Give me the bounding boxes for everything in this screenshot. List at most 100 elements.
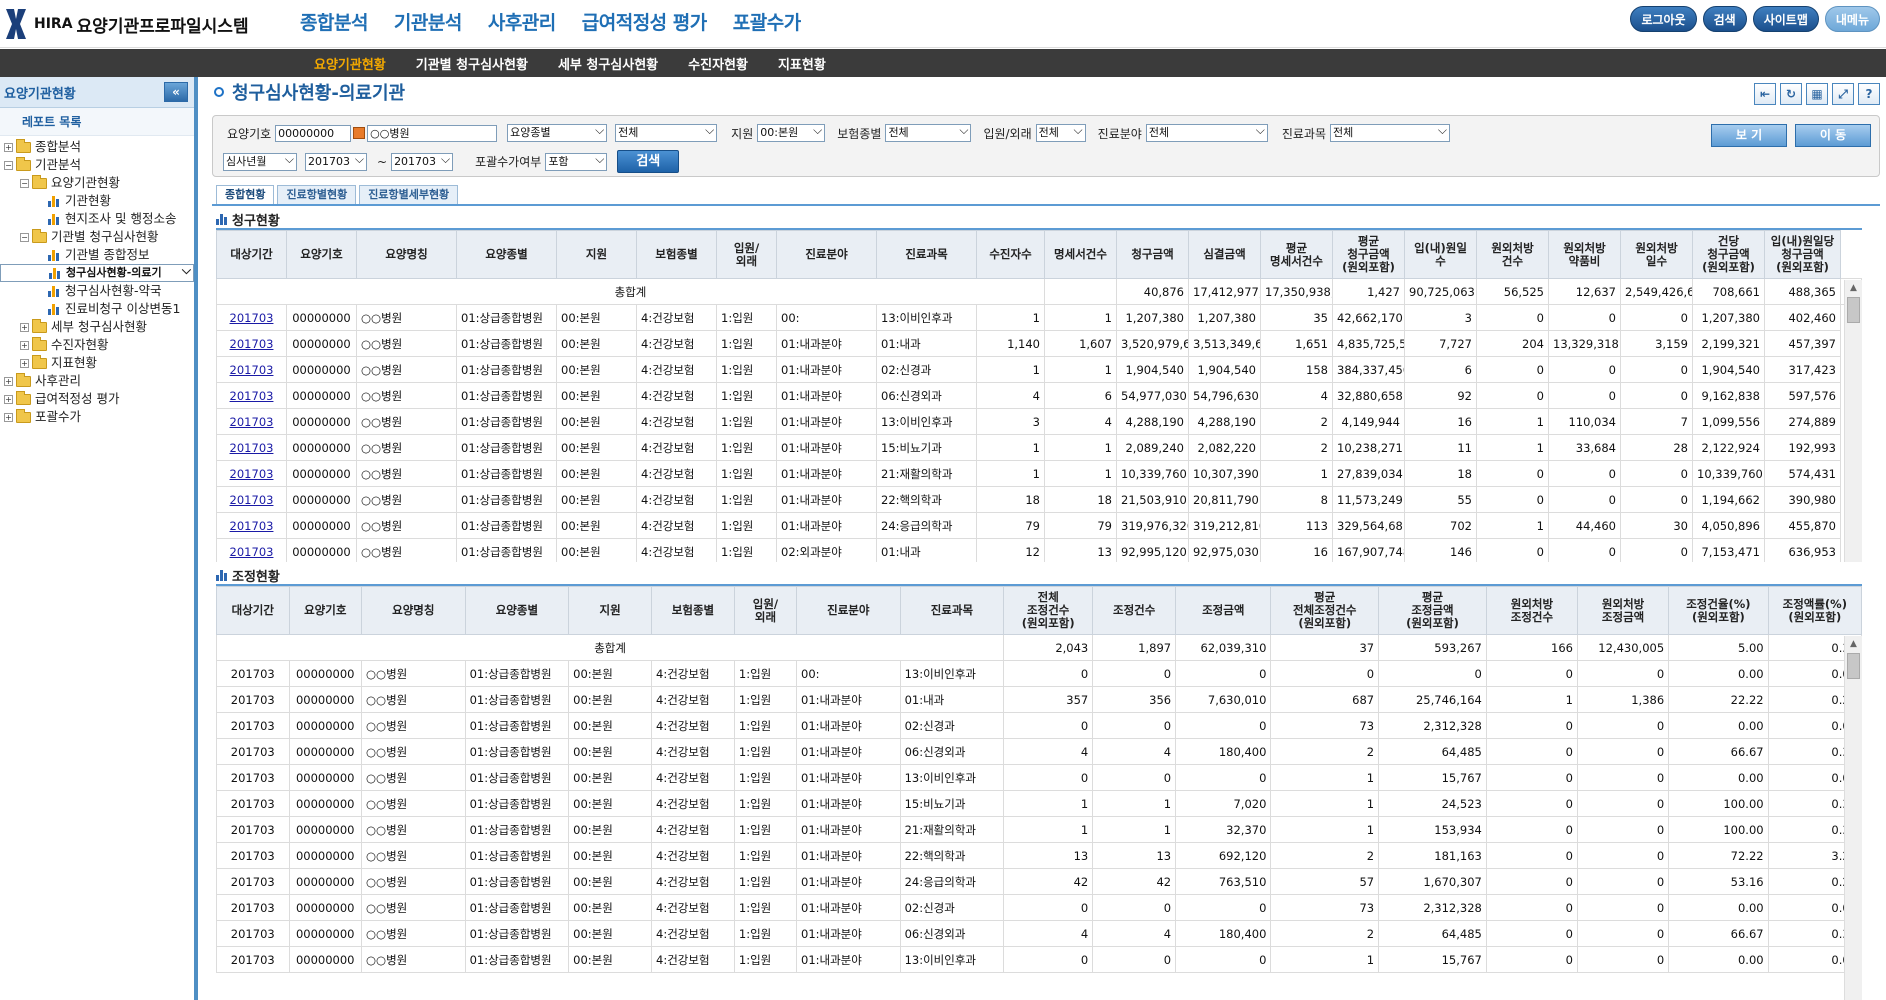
expand-icon[interactable]: + — [20, 322, 29, 332]
table-cell[interactable]: 201703 — [216, 486, 287, 513]
period-link[interactable]: 201703 — [230, 493, 274, 507]
column-header[interactable]: 조정액률(%) (원외포함) — [1767, 586, 1862, 635]
column-header[interactable]: 보험종별 — [651, 586, 735, 635]
table-cell[interactable]: 201703 — [216, 356, 287, 383]
column-header[interactable]: 조정건수 — [1092, 586, 1177, 635]
column-header[interactable]: 평균 청구금액 (원외포함) — [1332, 230, 1405, 279]
branch-select[interactable]: 00:본원 — [757, 124, 826, 142]
period-link[interactable]: 201703 — [230, 337, 274, 351]
tree-item[interactable]: 기관현황 — [0, 192, 194, 210]
tree-item[interactable]: 기관별 종합정보 — [0, 246, 194, 264]
fullscreen-icon[interactable]: ⤢ — [1832, 83, 1854, 105]
tab-summary[interactable]: 종합현황 — [216, 185, 275, 205]
subnav-item[interactable]: 요양기관현황 — [299, 54, 401, 73]
column-header[interactable]: 요양종별 — [464, 586, 570, 635]
bundle-select[interactable]: 포함 — [545, 152, 608, 171]
column-header[interactable]: 청구금액 — [1116, 230, 1189, 279]
period-link[interactable]: 201703 — [230, 389, 274, 403]
tree-item[interactable]: + 지표현황 — [0, 354, 194, 372]
field-select[interactable]: 전체 — [1145, 124, 1268, 142]
tree-item[interactable]: + 세부 청구심사현황 — [0, 318, 194, 336]
table-cell[interactable]: 201703 — [216, 538, 287, 562]
claims-scrollbar[interactable]: ▲ — [1844, 280, 1862, 562]
table-cell[interactable]: 201703 — [216, 330, 287, 357]
tree-item[interactable]: + 사후관리 — [0, 372, 194, 390]
expand-icon[interactable]: + — [20, 340, 29, 350]
column-header[interactable]: 진료분야 — [796, 586, 901, 635]
column-header[interactable]: 입(내)원일 수 — [1404, 230, 1477, 279]
gnav-item[interactable]: 종합분석 — [300, 8, 368, 35]
subnav-item[interactable]: 세부 청구심사현황 — [543, 54, 673, 73]
column-header[interactable]: 원외처방 조정금액 — [1576, 586, 1670, 635]
column-header[interactable]: 입원/ 외래 — [716, 230, 777, 279]
column-header[interactable]: 평균 조정금액 (원외포함) — [1378, 586, 1487, 635]
period-link[interactable]: 201703 — [230, 545, 274, 559]
column-header[interactable]: 요양종별 — [456, 230, 557, 279]
tree-item[interactable]: − 기관별 청구심사현황 — [0, 228, 194, 246]
period-from-select[interactable]: 201703 — [305, 152, 367, 171]
expand-icon[interactable]: + — [20, 358, 29, 368]
logout-button[interactable]: 로그아웃 — [1630, 6, 1697, 32]
column-header[interactable]: 요양기호 — [286, 230, 357, 279]
column-header[interactable]: 지원 — [568, 586, 653, 635]
column-header[interactable]: 조정건율(%) (원외포함) — [1668, 586, 1769, 635]
tree-item[interactable]: − 요양기관현황 — [0, 174, 194, 192]
column-header[interactable]: 진료분야 — [776, 230, 877, 279]
gnav-item[interactable]: 포괄수가 — [733, 8, 801, 35]
column-header[interactable]: 심결금액 — [1188, 230, 1261, 279]
expand-icon[interactable]: + — [4, 376, 13, 386]
tab-by-item-detail[interactable]: 진료항별세부현황 — [359, 185, 459, 205]
collapse-icon[interactable]: « — [164, 82, 188, 102]
column-header[interactable]: 원외처방 건수 — [1476, 230, 1549, 279]
expand-icon[interactable]: + — [4, 394, 13, 404]
column-header[interactable]: 원외처방 조정건수 — [1485, 586, 1579, 635]
logo[interactable]: HIRA 요양기관프로파일시스템 — [4, 6, 249, 42]
gnav-item[interactable]: 기관분석 — [394, 8, 462, 35]
subnav-item[interactable]: 기관별 청구심사현황 — [401, 54, 543, 73]
type-value-select[interactable]: 전체 — [615, 124, 718, 142]
scroll-up-icon[interactable]: ▲ — [1845, 280, 1862, 296]
excel-icon[interactable]: ▦ — [1806, 83, 1828, 105]
column-header[interactable]: 명세서건수 — [1044, 230, 1117, 279]
column-header[interactable]: 지원 — [556, 230, 637, 279]
export-icon[interactable]: ⇤ — [1754, 83, 1776, 105]
tree-item[interactable]: 청구심사현황-약국 — [0, 282, 194, 300]
period-link[interactable]: 201703 — [230, 311, 274, 325]
column-header[interactable]: 보험종별 — [636, 230, 717, 279]
collapse-node-icon[interactable]: − — [4, 160, 13, 170]
column-header[interactable]: 요양기호 — [288, 586, 362, 635]
refresh-icon[interactable]: ↻ — [1780, 83, 1802, 105]
tab-by-item[interactable]: 진료항별현황 — [277, 185, 357, 205]
tree-item[interactable]: + 포괄수가 — [0, 408, 194, 426]
help-icon[interactable]: ? — [1858, 83, 1880, 105]
scroll-up-icon[interactable]: ▲ — [1845, 636, 1862, 652]
column-header[interactable]: 평균 전체조정건수 (원외포함) — [1270, 586, 1380, 635]
tree-item[interactable]: 현지조사 및 행정소송 — [0, 210, 194, 228]
period-to-select[interactable]: 201703 — [391, 152, 454, 171]
expand-icon[interactable]: + — [4, 412, 13, 422]
period-link[interactable]: 201703 — [230, 441, 274, 455]
move-button[interactable]: 이 동 — [1795, 124, 1871, 147]
column-header[interactable]: 전체 조정건수 (원외포함) — [1003, 586, 1094, 635]
expand-icon[interactable]: + — [4, 142, 13, 152]
column-header[interactable]: 수진자수 — [976, 230, 1045, 279]
table-cell[interactable]: 201703 — [216, 382, 287, 409]
period-type-select[interactable]: 심사년월 — [223, 152, 297, 171]
type-select[interactable]: 요양종별 — [507, 124, 608, 142]
scroll-thumb[interactable] — [1847, 297, 1860, 323]
column-header[interactable]: 요양명칭 — [361, 586, 466, 635]
my-menu-button[interactable]: 내메뉴 — [1824, 6, 1880, 32]
period-link[interactable]: 201703 — [230, 363, 274, 377]
lookup-icon[interactable] — [353, 127, 366, 139]
period-link[interactable]: 201703 — [230, 519, 274, 533]
gnav-item[interactable]: 급여적정성 평가 — [582, 8, 707, 35]
tree-item[interactable]: 청구심사현황-의료기 — [0, 264, 194, 282]
subnav-item[interactable]: 수진자현황 — [673, 54, 763, 73]
column-header[interactable]: 대상기간 — [216, 586, 290, 635]
column-header[interactable]: 조정금액 — [1175, 586, 1272, 635]
column-header[interactable]: 진료과목 — [876, 230, 977, 279]
column-header[interactable]: 입원/ 외래 — [733, 586, 798, 635]
period-link[interactable]: 201703 — [230, 467, 274, 481]
table-cell[interactable]: 201703 — [216, 408, 287, 435]
tree-item[interactable]: − 기관분석 — [0, 156, 194, 174]
